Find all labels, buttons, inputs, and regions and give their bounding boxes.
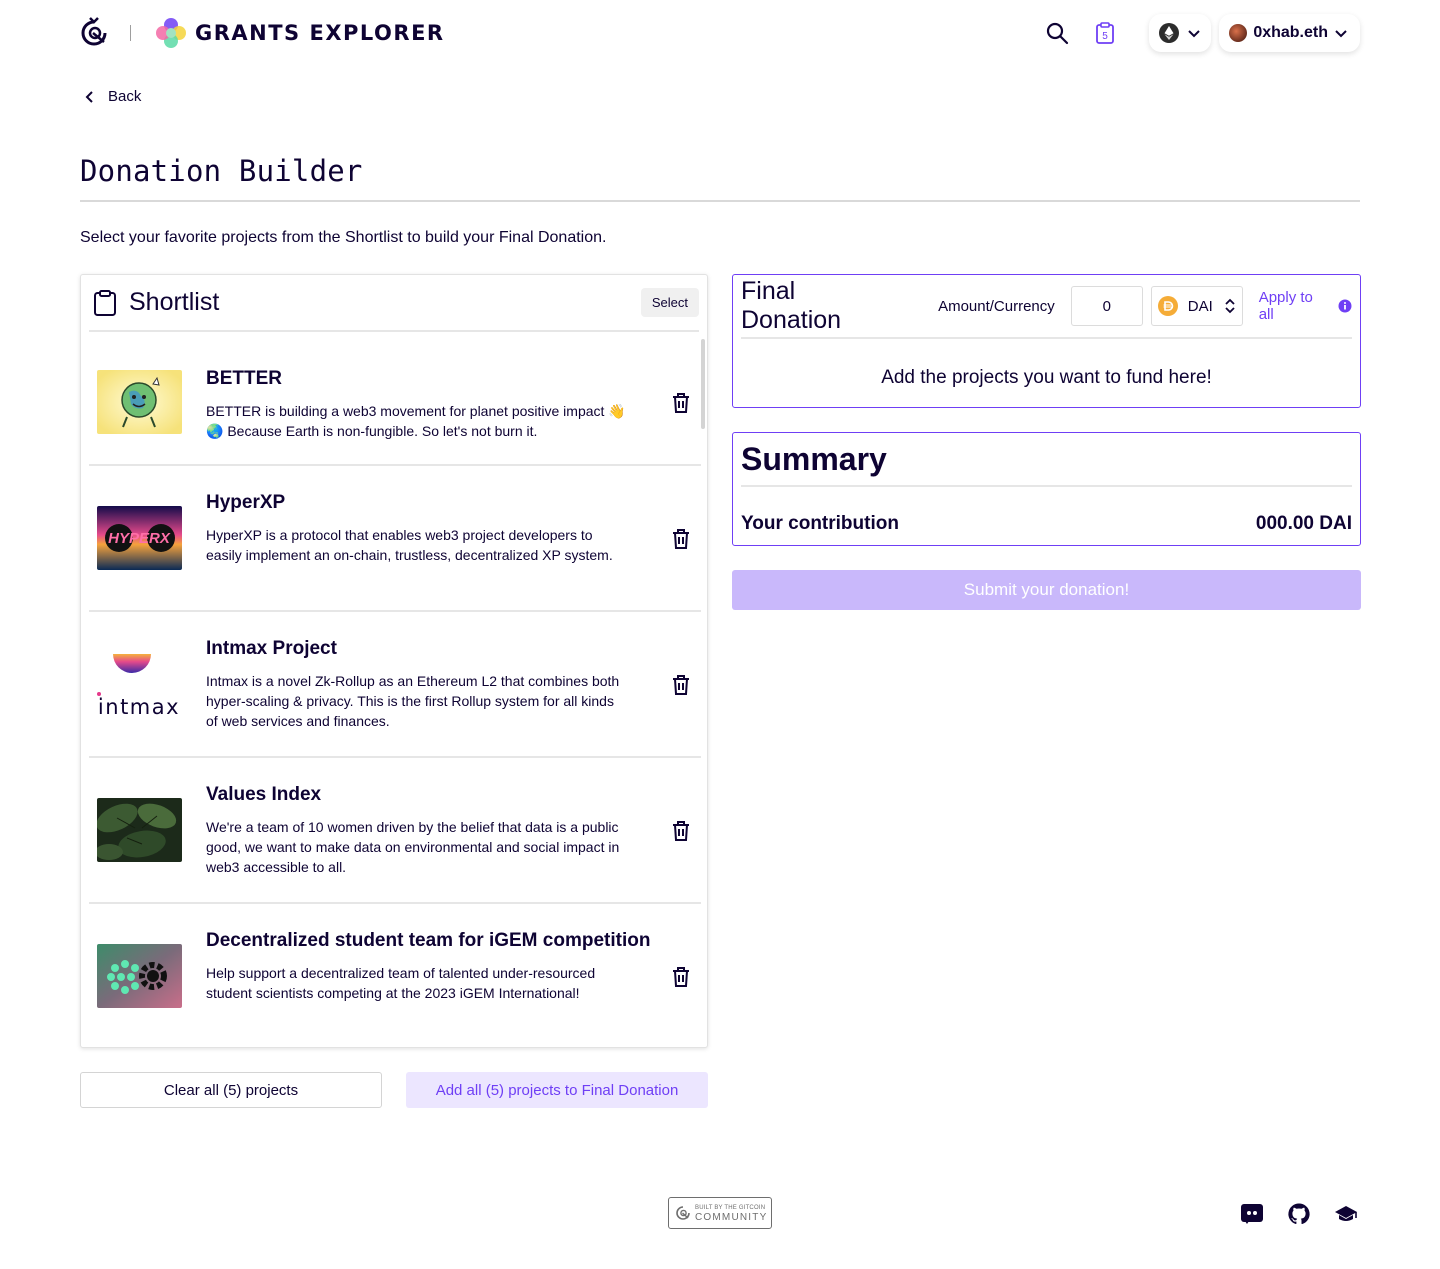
title-divider bbox=[80, 200, 1360, 202]
logo-divider bbox=[130, 25, 131, 41]
network-selector[interactable] bbox=[1149, 14, 1212, 52]
project-name[interactable]: Values Index bbox=[206, 784, 321, 806]
ethereum-icon bbox=[1159, 23, 1180, 43]
apply-to-all-link[interactable]: Apply to all bbox=[1259, 289, 1352, 323]
gitcoin-community-badge[interactable]: BUILT BY THE GITCOIN COMMUNITY bbox=[668, 1197, 772, 1229]
trash-icon[interactable] bbox=[669, 819, 693, 843]
project-thumbnail: HYPERX bbox=[97, 506, 182, 570]
summary-title: Summary bbox=[741, 441, 887, 477]
scrollbar-thumb[interactable] bbox=[701, 339, 705, 429]
contribution-label: Your contribution bbox=[741, 513, 899, 534]
project-description: We're a team of 10 women driven by the b… bbox=[206, 819, 620, 875]
search-icon[interactable] bbox=[1043, 19, 1071, 47]
avatar bbox=[1229, 24, 1248, 42]
final-donation-empty-message: Add the projects you want to fund here! bbox=[881, 367, 1212, 388]
hyperxp-logo-text: HYPERX bbox=[108, 530, 171, 547]
intmax-logo-text: intmax bbox=[98, 695, 180, 716]
project-description: BETTER is building a web3 movement for p… bbox=[206, 403, 626, 439]
gitcoin-logo-icon bbox=[676, 1206, 690, 1220]
clipboard-cart-icon: 5 bbox=[1096, 22, 1115, 44]
docs-icon[interactable] bbox=[1332, 1200, 1360, 1228]
select-button[interactable]: Select bbox=[640, 288, 699, 317]
project-thumbnail bbox=[97, 944, 182, 1008]
github-icon[interactable] bbox=[1285, 1200, 1313, 1228]
top-nav: GRANTS EXPLORER 5 0xhab.eth bbox=[80, 14, 1360, 52]
header-actions: 5 0xhab.eth bbox=[1043, 14, 1360, 52]
amount-currency-label: Amount/Currency bbox=[938, 297, 1055, 315]
dai-icon bbox=[1157, 296, 1178, 316]
badge-big-text: COMMUNITY bbox=[695, 1212, 768, 1223]
shortlist-cart-button[interactable]: 5 bbox=[1091, 19, 1119, 47]
gitcoin-logo-icon[interactable] bbox=[80, 16, 108, 50]
currency-label: DAI bbox=[1187, 297, 1213, 315]
trash-icon[interactable] bbox=[669, 391, 693, 415]
clear-all-button[interactable]: Clear all (5) projects bbox=[80, 1072, 382, 1108]
trash-icon[interactable] bbox=[669, 527, 693, 551]
shortlist-panel: Shortlist Select BETTER BETTER is buildi… bbox=[80, 274, 708, 1048]
chevron-down-icon bbox=[1188, 30, 1201, 38]
project-row-hyperxp[interactable]: HYPERX HyperXP HyperXP is a protocol tha… bbox=[89, 466, 701, 612]
account-name: 0xhab.eth bbox=[1253, 24, 1328, 41]
shortlist-title: Shortlist bbox=[129, 288, 220, 316]
currency-select[interactable]: DAI bbox=[1150, 286, 1243, 326]
project-description: Intmax is a novel Zk-Rollup as an Ethere… bbox=[206, 673, 620, 729]
chevron-left-icon bbox=[85, 90, 93, 103]
final-donation-header: Final Donation Amount/Currency DAI Apply… bbox=[741, 275, 1352, 339]
badge-text: BUILT BY THE GITCOIN COMMUNITY bbox=[695, 1204, 768, 1223]
apply-to-all-label: Apply to all bbox=[1258, 289, 1313, 323]
updown-chevron-icon bbox=[1224, 297, 1236, 315]
project-thumbnail bbox=[97, 798, 182, 862]
project-thumbnail: intmax bbox=[97, 652, 182, 716]
page-subtitle: Select your favorite projects from the S… bbox=[80, 229, 607, 246]
project-description: Help support a decentralized team of tal… bbox=[206, 965, 596, 1001]
back-link[interactable]: Back bbox=[84, 88, 141, 105]
shortlist-header: Shortlist Select bbox=[89, 275, 699, 332]
project-name[interactable]: HyperXP bbox=[206, 492, 285, 514]
project-row-values-index[interactable]: Values Index We're a team of 10 women dr… bbox=[89, 758, 701, 904]
project-row-intmax[interactable]: intmax Intmax Project Intmax is a novel … bbox=[89, 612, 701, 758]
grants-flower-logo-icon[interactable] bbox=[155, 17, 187, 49]
add-all-button[interactable]: Add all (5) projects to Final Donation bbox=[406, 1072, 708, 1108]
project-thumbnail bbox=[97, 370, 182, 434]
project-row-igem[interactable]: Decentralized student team for iGEM comp… bbox=[89, 904, 701, 1047]
trash-icon[interactable] bbox=[669, 965, 693, 989]
project-name[interactable]: Decentralized student team for iGEM comp… bbox=[206, 930, 650, 952]
footer-social-links bbox=[1238, 1200, 1379, 1228]
clipboard-icon bbox=[93, 289, 117, 317]
summary-divider bbox=[741, 485, 1352, 487]
brand-title[interactable]: GRANTS EXPLORER bbox=[195, 21, 445, 45]
account-menu[interactable]: 0xhab.eth bbox=[1219, 14, 1360, 52]
chevron-down-icon bbox=[1335, 30, 1347, 38]
back-label: Back bbox=[108, 88, 142, 105]
info-icon bbox=[1338, 299, 1352, 313]
project-description: HyperXP is a protocol that enables web3 … bbox=[206, 527, 613, 563]
amount-input[interactable] bbox=[1070, 286, 1143, 326]
project-row-better[interactable]: BETTER BETTER is building a web3 movemen… bbox=[89, 332, 701, 466]
trash-icon[interactable] bbox=[669, 673, 693, 697]
final-donation-title: Final Donation bbox=[741, 277, 842, 334]
project-name[interactable]: BETTER bbox=[206, 368, 282, 390]
contribution-value: 000.00 DAI bbox=[1255, 513, 1352, 534]
discord-icon[interactable] bbox=[1238, 1200, 1266, 1228]
final-donation-panel: Final Donation Amount/Currency DAI Apply… bbox=[732, 274, 1361, 408]
cart-count: 5 bbox=[1103, 31, 1109, 42]
project-name[interactable]: Intmax Project bbox=[206, 638, 337, 660]
page-title: Donation Builder bbox=[80, 154, 363, 188]
submit-donation-button[interactable]: Submit your donation! bbox=[732, 570, 1361, 610]
summary-panel: Summary Your contribution 000.00 DAI bbox=[732, 432, 1361, 546]
